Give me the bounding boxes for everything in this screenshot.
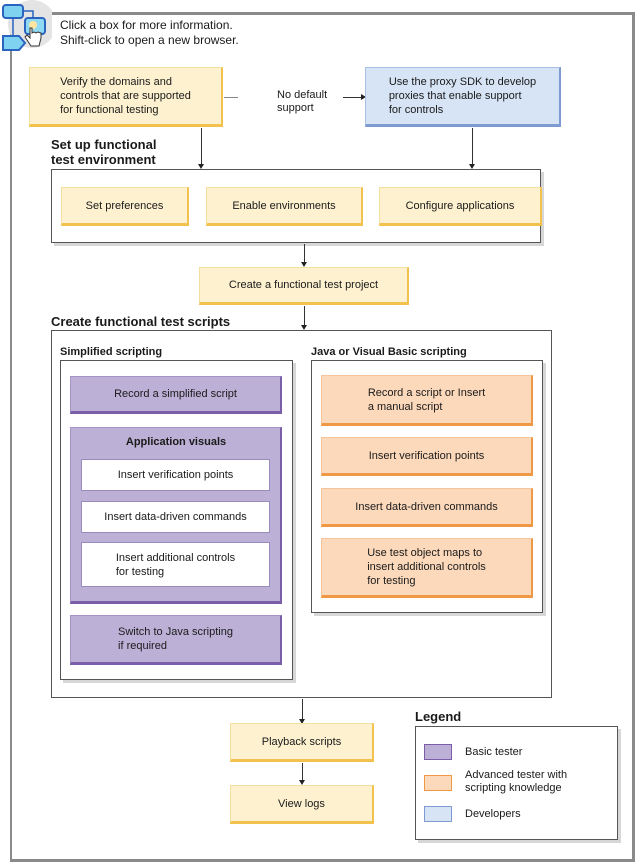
record-or-insert-script-box[interactable]: Record a script or Insert a manual scrip… [321,375,533,426]
java-insert-data-driven-box[interactable]: Insert data-driven commands [321,488,533,527]
insert-data-driven-commands-label: Insert data-driven commands [104,511,247,523]
java-vb-scripting-title: Java or Visual Basic scripting [311,346,467,358]
record-script-line-2: a manual script [367,400,443,413]
java-insert-verification-label: Insert verification points [368,449,485,462]
connector-line [302,763,303,780]
set-preferences-label: Set preferences [85,199,164,212]
legend-advanced-line-1: Advanced tester with [465,769,568,781]
verify-domains-box[interactable]: Verify the domains and controls that are… [29,67,223,127]
test-object-maps-line-2: insert additional controls [367,561,486,573]
setup-title-line-2: test environment [51,152,156,167]
insert-additional-line-2: for testing [115,565,165,578]
legend-swatch-basic [424,744,452,760]
view-logs-box[interactable]: View logs [230,785,374,824]
enable-environments-label: Enable environments [232,199,336,212]
connector-line [302,699,303,719]
switch-java-line-2: if required [118,640,167,652]
test-object-maps-line-3: for testing [367,575,416,587]
create-test-project-box[interactable]: Create a functional test project [199,267,409,305]
set-preferences-box[interactable]: Set preferences [61,187,189,226]
setup-section-title: Set up functional test environment [51,137,156,167]
playback-scripts-label: Playback scripts [261,735,342,748]
proxy-sdk-box[interactable]: Use the proxy SDK to develop proxies tha… [365,67,561,127]
proxy-line-3: for controls [388,104,444,116]
legend-label-advanced: Advanced tester with scripting knowledge [465,769,567,795]
enable-environments-box[interactable]: Enable environments [206,187,363,226]
test-object-maps-line-1: Use test object maps to [367,547,483,559]
header-line-1: Click a box for more information. [60,18,233,32]
connector-line [304,244,305,262]
simplified-scripting-title: Simplified scripting [60,346,163,358]
proxy-line-2: proxies that enable support [388,90,522,102]
insert-verification-points-label: Insert verification points [117,469,234,481]
verify-line-3: for functional testing [60,104,159,116]
insert-data-driven-commands-box[interactable]: Insert data-driven commands [81,501,270,533]
configure-applications-box[interactable]: Configure applications [379,187,542,226]
view-logs-label: View logs [278,797,325,810]
application-visuals-title: Application visuals [125,436,227,448]
java-insert-verification-points-box[interactable]: Insert verification points [321,437,533,476]
verify-line-2: controls that are supported [60,90,191,102]
connector-line [201,128,202,164]
no-default-support-label: No default support [277,89,327,115]
legend-advanced-line-2: scripting knowledge [465,782,562,794]
legend-label-developers: Developers [465,808,521,820]
record-script-line-1: Record a script or Insert [367,386,486,399]
insert-additional-controls-box[interactable]: Insert additional controls for testing [81,542,270,587]
legend-swatch-advanced [424,775,452,791]
legend-title: Legend [415,709,462,724]
connector-line [304,306,305,325]
connector-line [224,97,238,98]
record-simplified-script-label: Record a simplified script [114,388,237,400]
record-simplified-script-box[interactable]: Record a simplified script [70,376,282,414]
verify-line-1: Verify the domains and [60,76,172,88]
scripts-section-title: Create functional test scripts [51,314,231,329]
legend-label-basic: Basic tester [465,746,523,758]
flowchart-click-icon [0,0,56,52]
use-test-object-maps-box[interactable]: Use test object maps to insert additiona… [321,538,533,598]
switch-to-java-box[interactable]: Switch to Java scripting if required [70,615,282,665]
playback-scripts-box[interactable]: Playback scripts [230,723,374,762]
setup-title-line-1: Set up functional [51,137,157,152]
no-default-line-2: support [277,102,314,114]
java-insert-data-driven-label: Insert data-driven commands [355,500,498,513]
connector-line [472,128,473,164]
create-test-project-label: Create a functional test project [228,279,379,291]
no-default-line-1: No default [277,89,328,101]
header-line-2: Shift-click to open a new browser. [60,33,239,47]
header-instructions: Click a box for more information. Shift-… [60,18,239,48]
configure-applications-label: Configure applications [405,199,515,212]
switch-java-line-1: Switch to Java scripting [118,626,233,638]
insert-verification-points-box[interactable]: Insert verification points [81,459,270,491]
insert-additional-line-1: Insert additional controls [115,551,236,564]
proxy-line-1: Use the proxy SDK to develop [388,76,537,88]
legend-swatch-developers [424,806,452,822]
connector-line [343,97,361,98]
